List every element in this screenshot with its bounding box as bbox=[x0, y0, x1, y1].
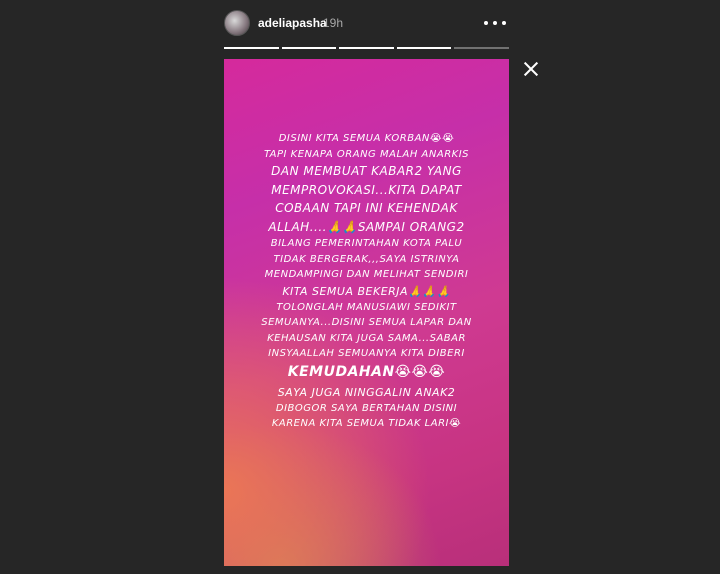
story-text-line: TAPI KENAPA ORANG MALAH ANARKIS bbox=[263, 148, 470, 160]
story-text-line: MEMPROVOKASI...KITA DAPAT bbox=[271, 182, 462, 197]
username[interactable]: adeliapasha bbox=[258, 16, 327, 30]
story-content[interactable]: DISINI KITA SEMUA KORBAN😭😭 TAPI KENAPA O… bbox=[224, 59, 509, 566]
progress-segment bbox=[396, 47, 452, 49]
progress-segment bbox=[339, 47, 394, 49]
close-icon[interactable] bbox=[520, 58, 542, 80]
story-text-line: KARENA KITA SEMUA TIDAK LARI😭 bbox=[271, 418, 462, 430]
story-text-line: KEHAUSAN KITA JUGA SAMA...SABAR bbox=[267, 332, 466, 344]
story-text-block: DISINI KITA SEMUA KORBAN😭😭 TAPI KENAPA O… bbox=[224, 131, 509, 432]
more-options-icon[interactable] bbox=[484, 14, 506, 32]
progress-segment bbox=[454, 47, 509, 49]
story-text-line: KITA SEMUA BEKERJA🙏🙏🙏 bbox=[282, 284, 451, 298]
story-text-line: INSYAALLAH SEMUANYA KITA DIBERI bbox=[268, 348, 465, 360]
story-text-line: DISINI KITA SEMUA KORBAN😭😭 bbox=[278, 133, 455, 144]
story-text-line: TIDAK BERGERAK,,,SAYA ISTRINYA bbox=[273, 253, 460, 265]
story-text-line: SAYA JUGA NINGGALIN ANAK2 bbox=[277, 385, 456, 399]
profile-avatar[interactable] bbox=[224, 10, 250, 36]
progress-segment bbox=[224, 47, 279, 49]
story-text-line: SEMUANYA...DISINI SEMUA LAPAR DAN bbox=[261, 317, 472, 329]
post-time: 19h bbox=[323, 16, 344, 30]
progress-segment bbox=[281, 47, 337, 49]
story-progress-bar bbox=[224, 47, 509, 49]
story-text-line: DAN MEMBUAT KABAR2 YANG bbox=[271, 164, 462, 178]
story-text-line: TOLONGLAH MANUSIAWI SEDIKIT bbox=[276, 301, 457, 313]
story-text-line: COBAAN TAPI INI KEHENDAK bbox=[275, 201, 458, 216]
story-text-line: BILANG PEMERINTAHAN KOTA PALU bbox=[270, 238, 463, 250]
story-header: adeliapasha 19h bbox=[224, 10, 510, 38]
story-text-line: MENDAMPINGI DAN MELIHAT SENDIRI bbox=[264, 269, 469, 281]
story-text-line: DIBOGOR SAYA BERTAHAN DISINI bbox=[275, 402, 458, 414]
story-text-line: KEMUDAHAN😭😭😭 bbox=[287, 363, 446, 380]
story-text-line: ALLAH....🙏🙏SAMPAI ORANG2 bbox=[268, 219, 465, 234]
